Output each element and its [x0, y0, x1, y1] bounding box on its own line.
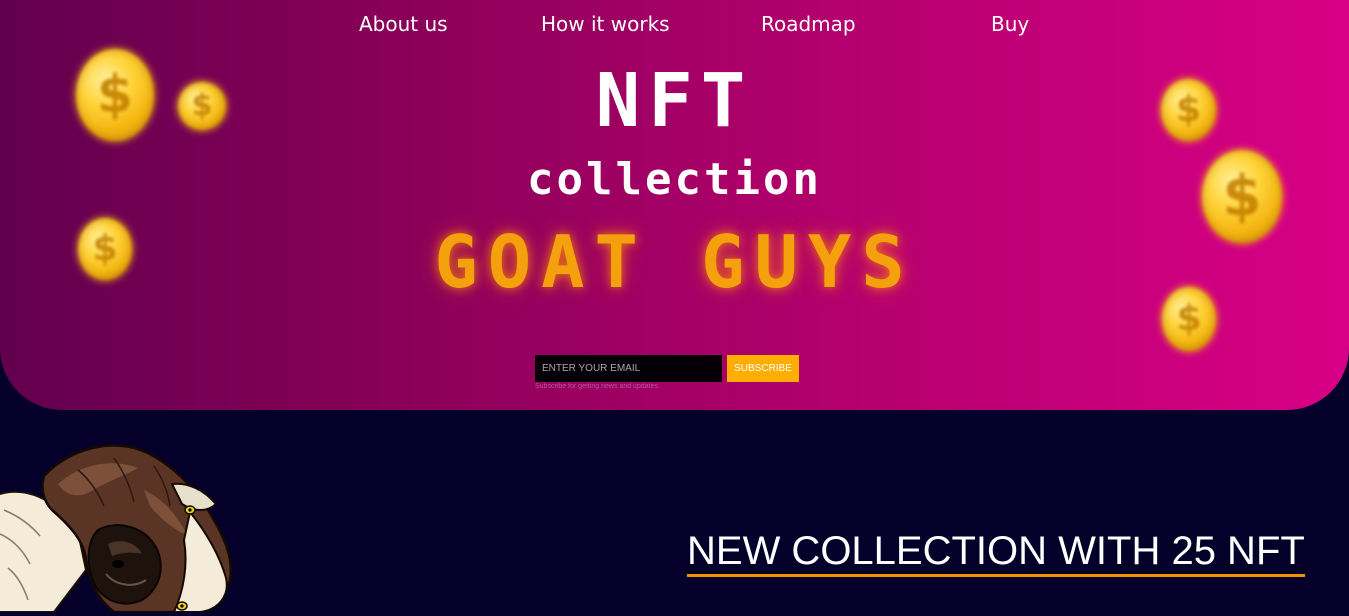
- section-heading: NEW COLLECTION WITH 25 NFT: [687, 528, 1305, 577]
- nav-item-buy[interactable]: Buy: [991, 10, 1029, 38]
- nav-item-how-it-works[interactable]: How it works: [541, 10, 670, 38]
- hero-title: NFT: [595, 58, 754, 144]
- hero-brand-name: GOAT GUYS: [434, 220, 915, 304]
- subscribe-button[interactable]: SUBSCRIBE: [727, 355, 799, 382]
- nav-item-about-us[interactable]: About us: [359, 10, 448, 38]
- email-input[interactable]: [535, 355, 722, 382]
- goat-head-icon: [0, 440, 244, 614]
- hero-subtitle: collection: [527, 154, 822, 205]
- subscribe-hint: Subscribe for getting news and updates: [535, 383, 658, 390]
- subscribe-form: SUBSCRIBE Subscribe for getting news and…: [535, 355, 805, 395]
- hero-banner: About us How it works Roadmap Buy $ $ $ …: [0, 0, 1349, 410]
- main-navigation: About us How it works Roadmap Buy: [0, 10, 1349, 38]
- nav-item-roadmap[interactable]: Roadmap: [761, 10, 856, 38]
